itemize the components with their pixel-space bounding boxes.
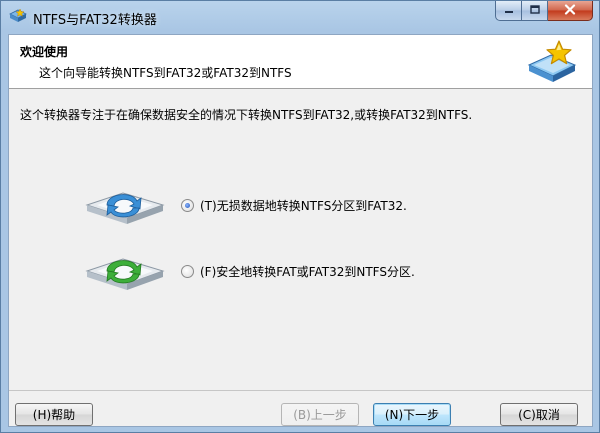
close-icon <box>564 3 576 18</box>
button-separator <box>9 390 592 391</box>
cancel-button[interactable]: (C)取消 <box>500 403 578 426</box>
header-subtitle: 这个向导能转换NTFS到FAT32或FAT32到NTFS <box>39 66 292 80</box>
wizard-header: 欢迎使用 这个向导能转换NTFS到FAT32或FAT32到NTFS <box>9 35 592 89</box>
header-title: 欢迎使用 <box>20 45 69 59</box>
drive-convert-green-icon <box>83 251 167 291</box>
minimize-button[interactable] <box>495 1 522 21</box>
close-button[interactable] <box>548 1 593 21</box>
app-icon <box>9 8 27 24</box>
converter-window: NTFS与FAT32转换器 欢迎使用 这个向导能转换NTFS到FAT32或FAT… <box>0 0 600 433</box>
option-label-fat-to-ntfs: (F)安全地转换FAT或FAT32到NTFS分区. <box>200 264 415 279</box>
drive-convert-blue-icon <box>83 185 167 225</box>
window-title: NTFS与FAT32转换器 <box>33 13 157 28</box>
window-controls <box>495 1 593 21</box>
minimize-icon <box>504 4 514 18</box>
radio-fat-to-ntfs[interactable] <box>181 264 194 278</box>
radio-ntfs-to-fat32[interactable] <box>181 198 194 212</box>
wizard-star-icon <box>526 39 578 85</box>
option-label-ntfs-to-fat32: (T)无损数据地转换NTFS分区到FAT32. <box>200 198 407 213</box>
maximize-icon <box>529 4 540 18</box>
maximize-button[interactable] <box>522 1 548 21</box>
option-ntfs-to-fat32[interactable]: (T)无损数据地转换NTFS分区到FAT32. <box>83 185 407 225</box>
title-bar[interactable]: NTFS与FAT32转换器 <box>1 1 599 34</box>
description-text: 这个转换器专注于在确保数据安全的情况下转换NTFS到FAT32,或转换FAT32… <box>20 108 473 122</box>
next-button[interactable]: (N)下一步 <box>373 403 451 426</box>
wizard-body: 欢迎使用 这个向导能转换NTFS到FAT32或FAT32到NTFS 这个转换器专… <box>8 34 593 427</box>
help-button[interactable]: (H)帮助 <box>15 403 93 426</box>
back-button[interactable]: (B)上一步 <box>281 403 359 426</box>
option-fat-to-ntfs[interactable]: (F)安全地转换FAT或FAT32到NTFS分区. <box>83 251 415 291</box>
